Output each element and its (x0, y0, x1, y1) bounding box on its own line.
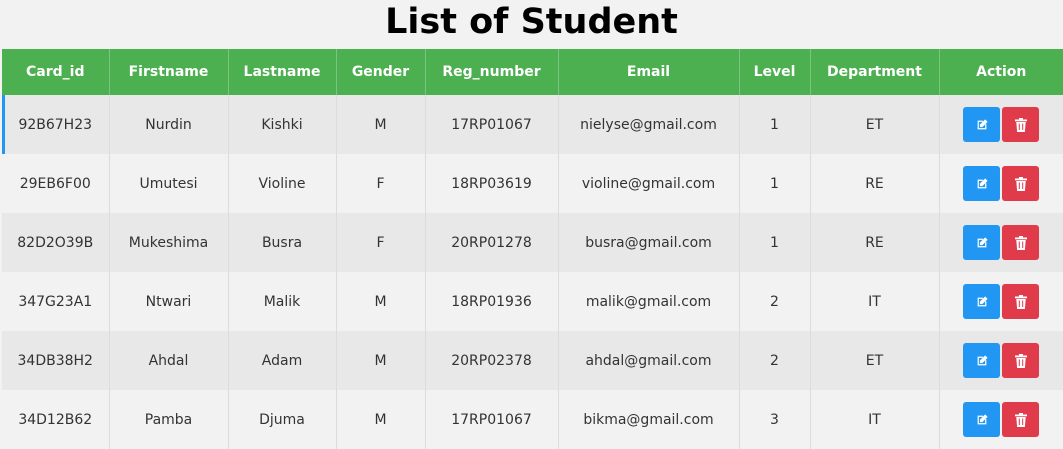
cell-level: 3 (739, 390, 811, 449)
cell-reg-number: 18RP01936 (425, 272, 559, 331)
cell-department: RE (810, 213, 940, 272)
edit-icon (977, 295, 988, 306)
delete-button[interactable] (1002, 284, 1040, 319)
cell-actions (939, 331, 1063, 390)
table-row: 34D12B62 Pamba Djuma M 17RP01067 bikma@gmail.… (2, 390, 1063, 449)
cell-email: malik@gmail.com (558, 272, 740, 331)
table-row: 347G23A1 Ntwari Malik M 18RP01936 malik@gmail… (2, 272, 1063, 331)
header-firstname: Firstname (109, 49, 229, 95)
cell-firstname: Mukeshima (109, 213, 229, 272)
delete-button[interactable] (1002, 166, 1040, 201)
cell-actions (939, 95, 1063, 154)
trash-icon (1014, 353, 1027, 368)
edit-button[interactable] (963, 284, 1001, 319)
header-gender: Gender (336, 49, 426, 95)
header-card-id: Card_id (2, 49, 110, 95)
table-header-row: Card_id Firstname Lastname Gender Reg_nu… (2, 49, 1063, 95)
cell-department: ET (810, 95, 940, 154)
delete-button[interactable] (1002, 402, 1040, 437)
edit-button[interactable] (963, 166, 1001, 201)
cell-card-id: 34DB38H2 (2, 331, 110, 390)
header-reg-number: Reg_number (425, 49, 559, 95)
edit-button[interactable] (963, 343, 1001, 378)
cell-email: bikma@gmail.com (558, 390, 740, 449)
cell-lastname: Djuma (228, 390, 337, 449)
cell-firstname: Ahdal (109, 331, 229, 390)
cell-department: IT (810, 272, 940, 331)
cell-level: 1 (739, 213, 811, 272)
cell-level: 2 (739, 272, 811, 331)
delete-button[interactable] (1002, 225, 1040, 260)
delete-button[interactable] (1002, 107, 1040, 142)
cell-gender: M (336, 272, 426, 331)
cell-card-id: 34D12B62 (2, 390, 110, 449)
cell-firstname: Pamba (109, 390, 229, 449)
table-row: 92B67H23 Nurdin Kishki M 17RP01067 nielyse@gm… (2, 95, 1063, 154)
cell-reg-number: 20RP01278 (425, 213, 559, 272)
edit-icon (977, 354, 988, 365)
students-table: Card_id Firstname Lastname Gender Reg_nu… (2, 49, 1063, 449)
cell-firstname: Umutesi (109, 154, 229, 213)
cell-department: ET (810, 331, 940, 390)
cell-department: RE (810, 154, 940, 213)
cell-level: 2 (739, 331, 811, 390)
header-email: Email (558, 49, 740, 95)
cell-level: 1 (739, 154, 811, 213)
edit-icon (977, 413, 988, 424)
cell-gender: F (336, 213, 426, 272)
cell-lastname: Malik (228, 272, 337, 331)
trash-icon (1014, 235, 1027, 250)
edit-button[interactable] (963, 402, 1001, 437)
cell-actions (939, 272, 1063, 331)
cell-card-id: 92B67H23 (2, 95, 110, 154)
cell-email: nielyse@gmail.com (558, 95, 740, 154)
cell-gender: F (336, 154, 426, 213)
cell-reg-number: 18RP03619 (425, 154, 559, 213)
cell-department: IT (810, 390, 940, 449)
edit-icon (977, 177, 988, 188)
cell-reg-number: 17RP01067 (425, 390, 559, 449)
trash-icon (1014, 412, 1027, 427)
cell-email: ahdal@gmail.com (558, 331, 740, 390)
header-action: Action (939, 49, 1063, 95)
delete-button[interactable] (1002, 343, 1040, 378)
page-title: List of Student (385, 2, 678, 42)
table-row: 29EB6F00 Umutesi Violine F 18RP03619 violine@… (2, 154, 1063, 213)
header-department: Department (810, 49, 940, 95)
cell-card-id: 82D2O39B (2, 213, 110, 272)
cell-actions (939, 213, 1063, 272)
cell-gender: M (336, 331, 426, 390)
trash-icon (1014, 294, 1027, 309)
cell-actions (939, 390, 1063, 449)
table-row: 82D2O39B Mukeshima Busra F 20RP01278 busra@gm… (2, 213, 1063, 272)
edit-icon (977, 118, 988, 129)
cell-email: violine@gmail.com (558, 154, 740, 213)
cell-reg-number: 17RP01067 (425, 95, 559, 154)
cell-firstname: Nurdin (109, 95, 229, 154)
cell-email: busra@gmail.com (558, 213, 740, 272)
cell-actions (939, 154, 1063, 213)
cell-lastname: Adam (228, 331, 337, 390)
cell-card-id: 29EB6F00 (2, 154, 110, 213)
cell-lastname: Violine (228, 154, 337, 213)
trash-icon (1014, 117, 1027, 132)
cell-lastname: Kishki (228, 95, 337, 154)
cell-lastname: Busra (228, 213, 337, 272)
trash-icon (1014, 176, 1027, 191)
edit-icon (977, 236, 988, 247)
edit-button[interactable] (963, 107, 1001, 142)
header-lastname: Lastname (228, 49, 337, 95)
cell-firstname: Ntwari (109, 272, 229, 331)
cell-gender: M (336, 390, 426, 449)
cell-level: 1 (739, 95, 811, 154)
cell-reg-number: 20RP02378 (425, 331, 559, 390)
header-level: Level (739, 49, 811, 95)
table-row: 34DB38H2 Ahdal Adam M 20RP02378 ahdal@gmail.c… (2, 331, 1063, 390)
cell-card-id: 347G23A1 (2, 272, 110, 331)
edit-button[interactable] (963, 225, 1001, 260)
cell-gender: M (336, 95, 426, 154)
